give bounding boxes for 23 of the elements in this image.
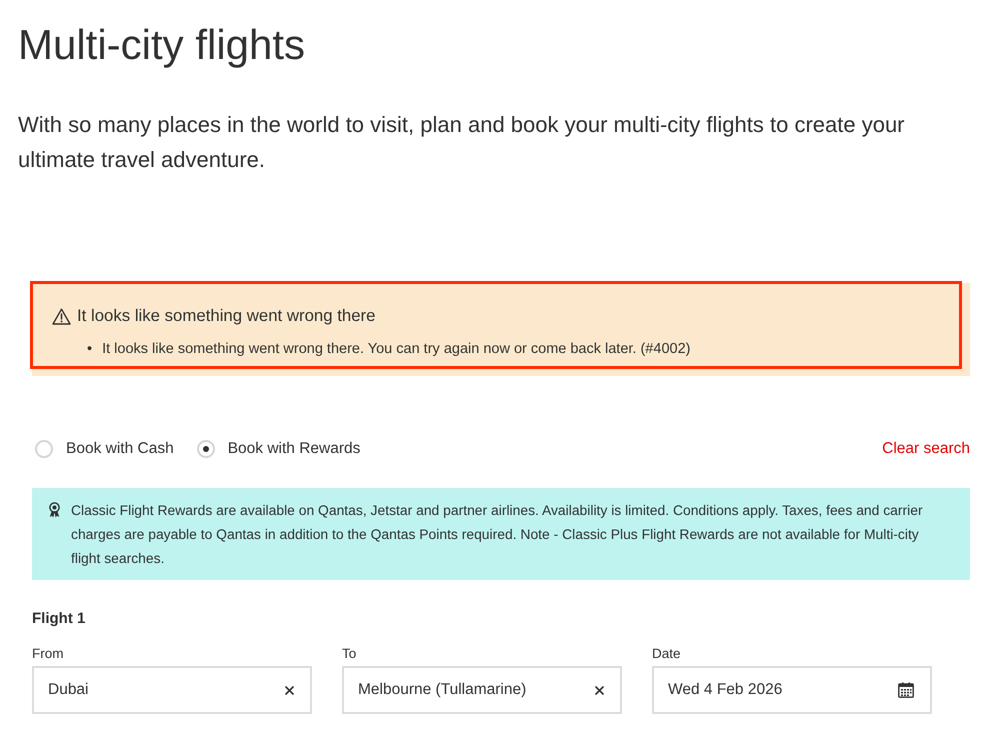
flight-heading: Flight 1 bbox=[32, 609, 86, 629]
clear-icon[interactable] bbox=[595, 686, 604, 694]
list-bullet: • bbox=[87, 340, 92, 359]
airport-field[interactable]: Melbourne (Tullamarine) bbox=[342, 666, 622, 714]
radio-option[interactable]: Book with Cash bbox=[32, 440, 174, 458]
notice-text: Classic Flight Rewards are available on Qantas, Jetstar and partner airlines. Availability is limited. Conditions apply. Taxes, fees and carrier charges are payable to Qantas in addition to the Qantas Points required. Note - Classic Plus Flight Rewards are not available for Multi-city flight searches. bbox=[71, 501, 924, 568]
radio-button[interactable] bbox=[196, 440, 215, 458]
alert-heading: It looks like something went wrong there bbox=[77, 305, 376, 327]
warning-icon bbox=[52, 308, 71, 324]
intro-paragraph: With so many places in the world to visit, plan and book your multi-city flights to create your ultimate travel adventure. bbox=[18, 111, 906, 174]
field-label: To bbox=[342, 645, 358, 663]
date-field[interactable]: Wed 4 Feb 2026 bbox=[652, 666, 932, 714]
clear-icon[interactable] bbox=[285, 686, 294, 694]
page-title: Multi-city flights bbox=[18, 20, 306, 69]
calendar-icon[interactable] bbox=[898, 682, 914, 698]
field-label: Date bbox=[652, 645, 682, 663]
field-label: From bbox=[32, 645, 64, 663]
award-ribbon-icon bbox=[48, 502, 61, 518]
alert-message: It looks like something went wrong there. You can try again now or come back later. (#4002) bbox=[102, 340, 690, 359]
radio-button[interactable] bbox=[35, 440, 53, 458]
radio-option[interactable]: Book with Rewards bbox=[194, 440, 360, 458]
airport-field[interactable]: Dubai bbox=[32, 666, 312, 714]
clear-search-link[interactable]: Clear search bbox=[882, 440, 970, 458]
